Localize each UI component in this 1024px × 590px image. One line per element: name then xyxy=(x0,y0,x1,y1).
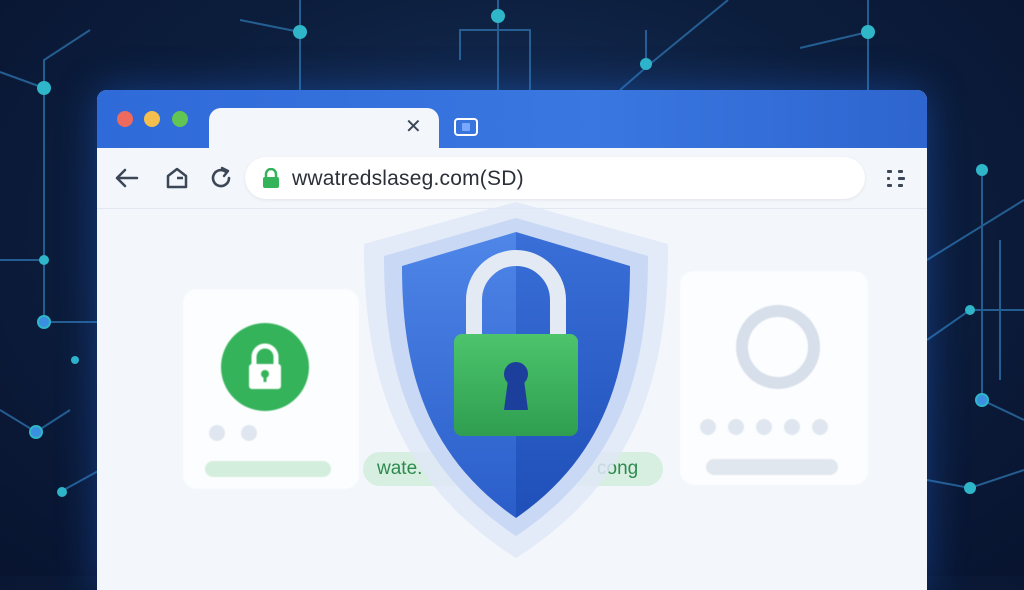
shield-lock-icon xyxy=(364,202,668,558)
placeholder-dot xyxy=(209,425,225,441)
home-icon[interactable] xyxy=(163,164,191,192)
secure-card xyxy=(183,289,359,489)
placeholder-dot xyxy=(756,419,772,435)
reload-icon[interactable] xyxy=(207,164,235,192)
placeholder-dot xyxy=(784,419,800,435)
placeholder-bar xyxy=(205,461,331,477)
url-text[interactable]: wwatredslaseg.com(SD) xyxy=(292,167,524,191)
tab-bar: ✕ xyxy=(97,90,927,148)
placeholder-dot xyxy=(728,419,744,435)
window-minimize-button[interactable] xyxy=(144,111,160,127)
placeholder-dot xyxy=(241,425,257,441)
grid-dots-icon[interactable] xyxy=(883,165,909,191)
loading-ring-icon xyxy=(736,305,820,389)
address-bar[interactable]: wwatredslaseg.com(SD) xyxy=(245,157,865,199)
tab-overview-icon[interactable] xyxy=(453,116,479,138)
padlock-icon xyxy=(263,168,279,188)
placeholder-dot xyxy=(812,419,828,435)
arrow-left-icon[interactable] xyxy=(113,164,141,192)
tab-close-icon[interactable]: ✕ xyxy=(405,116,422,136)
placeholder-dot xyxy=(700,419,716,435)
padlock-icon xyxy=(221,323,309,411)
placeholder-bar xyxy=(706,459,838,475)
window-maximize-button[interactable] xyxy=(172,111,188,127)
loading-card xyxy=(680,271,868,485)
window-close-button[interactable] xyxy=(117,111,133,127)
